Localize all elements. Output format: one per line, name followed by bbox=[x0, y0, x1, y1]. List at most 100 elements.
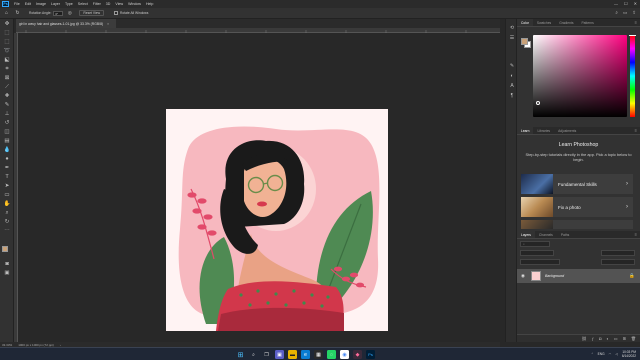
menu-edit[interactable]: Edit bbox=[25, 2, 31, 6]
zoom-level[interactable]: 33.33% bbox=[2, 343, 12, 347]
wifi-icon[interactable]: ◠ bbox=[609, 352, 612, 356]
rectangle-tool-icon[interactable]: ▭ bbox=[3, 192, 11, 199]
tab-swatches[interactable]: Swatches bbox=[533, 19, 555, 26]
home-icon[interactable]: ⌂ bbox=[3, 10, 10, 16]
document-canvas[interactable] bbox=[166, 109, 388, 331]
layer-kind-filter[interactable]: ⌕ bbox=[520, 241, 550, 247]
learn-panel-menu-icon[interactable]: ≡ bbox=[635, 128, 637, 133]
adjustment-layer-icon[interactable]: ◐ bbox=[606, 336, 608, 341]
close-document-icon[interactable]: × bbox=[107, 22, 109, 26]
menu-filter[interactable]: Filter bbox=[93, 2, 101, 6]
menu-view[interactable]: View bbox=[115, 2, 123, 6]
layers-panel-menu-icon[interactable]: ≡ bbox=[635, 232, 637, 237]
fx-icon[interactable]: ƒ bbox=[592, 336, 594, 341]
menu-image[interactable]: Image bbox=[36, 2, 46, 6]
quick-mask-icon[interactable]: ◙ bbox=[3, 261, 11, 268]
learn-card-partial[interactable] bbox=[521, 220, 633, 229]
menu-window[interactable]: Window bbox=[128, 2, 141, 6]
menu-select[interactable]: Select bbox=[78, 2, 88, 6]
rotate-view-tool-icon[interactable]: ↻ bbox=[3, 219, 11, 226]
windows-start-icon[interactable]: ⊞ bbox=[236, 350, 245, 359]
frame-tool-icon[interactable]: ⊠ bbox=[3, 75, 11, 82]
color-picker-ring[interactable] bbox=[536, 101, 540, 105]
layer-row-background[interactable]: ◉ Background 🔒 bbox=[517, 269, 640, 283]
move-tool-icon[interactable]: ✥ bbox=[3, 21, 11, 28]
file-explorer-icon[interactable]: ▬ bbox=[288, 350, 297, 359]
task-view-icon[interactable]: ❐ bbox=[262, 350, 271, 359]
fill-input[interactable] bbox=[601, 259, 635, 265]
properties-panel-icon[interactable]: ☰ bbox=[508, 35, 516, 42]
volume-icon[interactable]: ◁ bbox=[615, 352, 617, 356]
clone-stamp-tool-icon[interactable]: ⊥ bbox=[3, 111, 11, 118]
tab-adjustments[interactable]: Adjustments bbox=[554, 127, 580, 134]
learn-card-fix-a-photo[interactable]: Fix a photo › bbox=[521, 197, 633, 217]
close-window-button[interactable]: ✕ bbox=[634, 1, 637, 6]
eraser-tool-icon[interactable]: ◫ bbox=[3, 129, 11, 136]
path-selection-tool-icon[interactable]: ➤ bbox=[3, 183, 11, 190]
foreground-color-chip[interactable] bbox=[521, 38, 528, 45]
tab-color[interactable]: Color bbox=[517, 19, 533, 26]
status-arrow-icon[interactable]: › bbox=[60, 343, 61, 347]
rotate-all-windows-checkbox[interactable] bbox=[114, 11, 118, 15]
history-brush-tool-icon[interactable]: ↺ bbox=[3, 120, 11, 127]
pen-tool-icon[interactable]: ✒ bbox=[3, 165, 11, 172]
edge-icon[interactable]: e bbox=[301, 350, 310, 359]
lasso-tool-icon[interactable]: ➰ bbox=[3, 48, 11, 55]
search-icon[interactable]: ⌕ bbox=[249, 350, 258, 359]
dodge-tool-icon[interactable]: ● bbox=[3, 156, 11, 163]
artboard-tool-icon[interactable]: ⬚ bbox=[3, 30, 11, 37]
language-indicator[interactable]: ENG bbox=[598, 352, 605, 356]
new-layer-icon[interactable]: ⊞ bbox=[623, 336, 626, 341]
canvas-workspace[interactable] bbox=[18, 33, 500, 342]
reset-view-button[interactable]: Reset View bbox=[79, 10, 104, 16]
maximize-button[interactable]: ☐ bbox=[624, 1, 628, 6]
workspace-icon[interactable]: ▭ bbox=[623, 10, 627, 16]
zoom-tool-icon[interactable]: ⌕ bbox=[3, 210, 11, 217]
add-mask-icon[interactable]: ◘ bbox=[599, 336, 601, 341]
minimize-button[interactable]: — bbox=[614, 1, 618, 6]
opacity-input[interactable] bbox=[601, 250, 635, 256]
share-icon[interactable]: ⇪ bbox=[632, 10, 636, 16]
object-selection-tool-icon[interactable]: ⬕ bbox=[3, 57, 11, 64]
clock[interactable]: 10:03 PM 6/14/2022 bbox=[622, 350, 636, 359]
hue-slider-handle[interactable] bbox=[629, 35, 636, 36]
tab-paths[interactable]: Paths bbox=[557, 231, 573, 238]
blend-mode-select[interactable] bbox=[520, 250, 554, 256]
screen-mode-icon[interactable]: ▣ bbox=[3, 270, 11, 277]
photoshop-taskbar-icon[interactable]: Ps bbox=[366, 350, 375, 359]
color-panel-menu-icon[interactable]: ≡ bbox=[635, 20, 637, 25]
search-icon[interactable]: ⌕ bbox=[615, 10, 618, 16]
menu-3d[interactable]: 3D bbox=[106, 2, 111, 6]
menu-layer[interactable]: Layer bbox=[51, 2, 60, 6]
menu-help[interactable]: Help bbox=[146, 2, 153, 6]
menu-type[interactable]: Type bbox=[65, 2, 73, 6]
rotate-view-tool-icon[interactable]: ↻ bbox=[14, 10, 21, 16]
store-icon[interactable]: ▦ bbox=[314, 350, 323, 359]
visibility-eye-icon[interactable]: ◉ bbox=[521, 273, 527, 279]
more-tools-icon[interactable]: ⋯ bbox=[3, 228, 11, 235]
hand-tool-icon[interactable]: ✋ bbox=[3, 201, 11, 208]
foreground-color-swatch[interactable] bbox=[2, 246, 8, 252]
rotation-dial-icon[interactable]: ◎ bbox=[66, 10, 73, 16]
trash-icon[interactable]: 🗑 bbox=[631, 336, 636, 341]
tab-gradients[interactable]: Gradients bbox=[555, 19, 577, 26]
character-panel-icon[interactable]: A bbox=[508, 83, 516, 90]
new-group-icon[interactable]: ▭ bbox=[614, 336, 618, 341]
link-layers-icon[interactable]: ⛓ bbox=[582, 336, 587, 341]
healing-brush-tool-icon[interactable]: ✚ bbox=[3, 93, 11, 100]
chrome-icon[interactable]: ◉ bbox=[340, 350, 349, 359]
adjustments-icon[interactable]: ◐ bbox=[508, 73, 516, 80]
tab-patterns[interactable]: Patterns bbox=[577, 19, 597, 26]
type-tool-icon[interactable]: T bbox=[3, 174, 11, 181]
color-field[interactable] bbox=[533, 35, 627, 117]
tab-libraries[interactable]: Libraries bbox=[533, 127, 554, 134]
learn-card-fundamental-skills[interactable]: Fundamental Skills › bbox=[521, 174, 633, 194]
brush-settings-icon[interactable]: ✎ bbox=[508, 63, 516, 70]
brush-tool-icon[interactable]: ✎ bbox=[3, 102, 11, 109]
blur-tool-icon[interactable]: 💧 bbox=[3, 147, 11, 154]
whatsapp-icon[interactable]: ◌ bbox=[327, 350, 336, 359]
paragraph-panel-icon[interactable]: ¶ bbox=[508, 93, 516, 100]
lock-icon[interactable]: 🔒 bbox=[629, 273, 635, 279]
tray-chevron-icon[interactable]: ⌃ bbox=[591, 352, 594, 356]
menu-file[interactable]: File bbox=[14, 2, 20, 6]
